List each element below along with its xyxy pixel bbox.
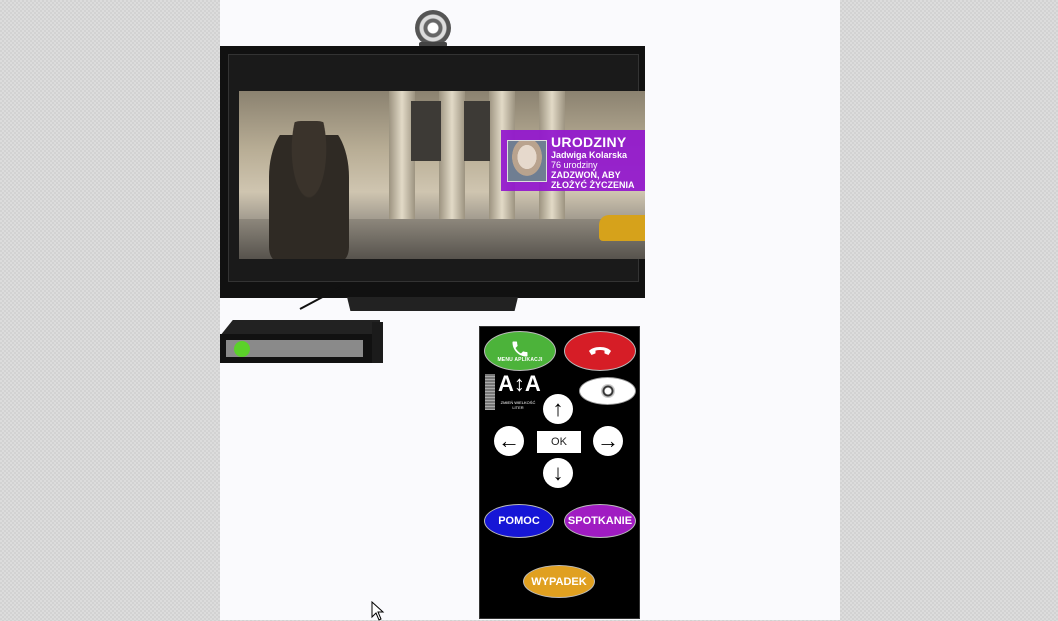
font-size-icon[interactable]: A↕A	[498, 371, 541, 397]
arrow-left-icon: ←	[498, 428, 520, 453]
man-figure	[269, 121, 349, 259]
hangup-button[interactable]	[564, 331, 636, 371]
arrow-up-button[interactable]: ↑	[543, 394, 573, 424]
avatar	[507, 140, 547, 182]
arrow-right-button[interactable]: →	[593, 426, 623, 456]
arrow-right-icon: →	[597, 428, 619, 453]
call-to-action-line1: ZADZWOŃ, ABY	[551, 170, 621, 180]
arrow-up-icon: ↑	[552, 396, 564, 421]
arrow-down-button[interactable]: ↓	[543, 458, 573, 488]
font-size-label: ZMIEŃ WIELKOŚĆ LITER	[500, 400, 536, 410]
help-button[interactable]: POMOC	[484, 504, 554, 538]
tv-bezel: URODZINY Jadwiga Kolarska 76 urodziny ZA…	[228, 54, 645, 282]
mouse-cursor-icon	[371, 601, 385, 621]
arrow-left-button[interactable]: ←	[494, 426, 524, 456]
accident-button[interactable]: WYPADEK	[523, 565, 595, 598]
camera-icon	[600, 384, 615, 398]
tv-stand	[347, 297, 518, 311]
birthday-notification[interactable]: URODZINY Jadwiga Kolarska 76 urodziny ZA…	[501, 130, 645, 191]
phone-icon	[512, 341, 528, 357]
birthday-age: 76 urodziny	[551, 160, 598, 170]
building-column	[439, 91, 465, 221]
camera-button[interactable]	[579, 377, 636, 405]
meeting-button[interactable]: SPOTKANIE	[564, 504, 636, 538]
notification-title: URODZINY	[551, 134, 627, 150]
remote-control: MENU APLIKACJI A↕A ZMIEŃ WIELKOŚĆ LITER …	[479, 326, 640, 619]
call-to-action-line2: ZŁOŻYĆ ŻYCZENIA	[551, 180, 635, 190]
set-top-box-side	[372, 322, 383, 363]
building-window	[464, 101, 490, 161]
call-button[interactable]: MENU APLIKACJI	[484, 331, 556, 371]
status-led-icon	[234, 341, 250, 357]
font-size-slider[interactable]	[485, 374, 495, 410]
building-window	[411, 101, 441, 161]
tv-screen: URODZINY Jadwiga Kolarska 76 urodziny ZA…	[239, 91, 645, 259]
call-button-label: MENU APLIKACJI	[497, 357, 543, 363]
hangup-icon	[589, 347, 611, 355]
webcam-icon	[415, 10, 451, 46]
tv-frame: URODZINY Jadwiga Kolarska 76 urodziny ZA…	[220, 46, 645, 298]
taxi-car	[599, 215, 645, 241]
ok-button[interactable]: OK	[537, 431, 581, 453]
contact-name: Jadwiga Kolarska	[551, 150, 628, 160]
arrow-down-icon: ↓	[552, 460, 564, 485]
